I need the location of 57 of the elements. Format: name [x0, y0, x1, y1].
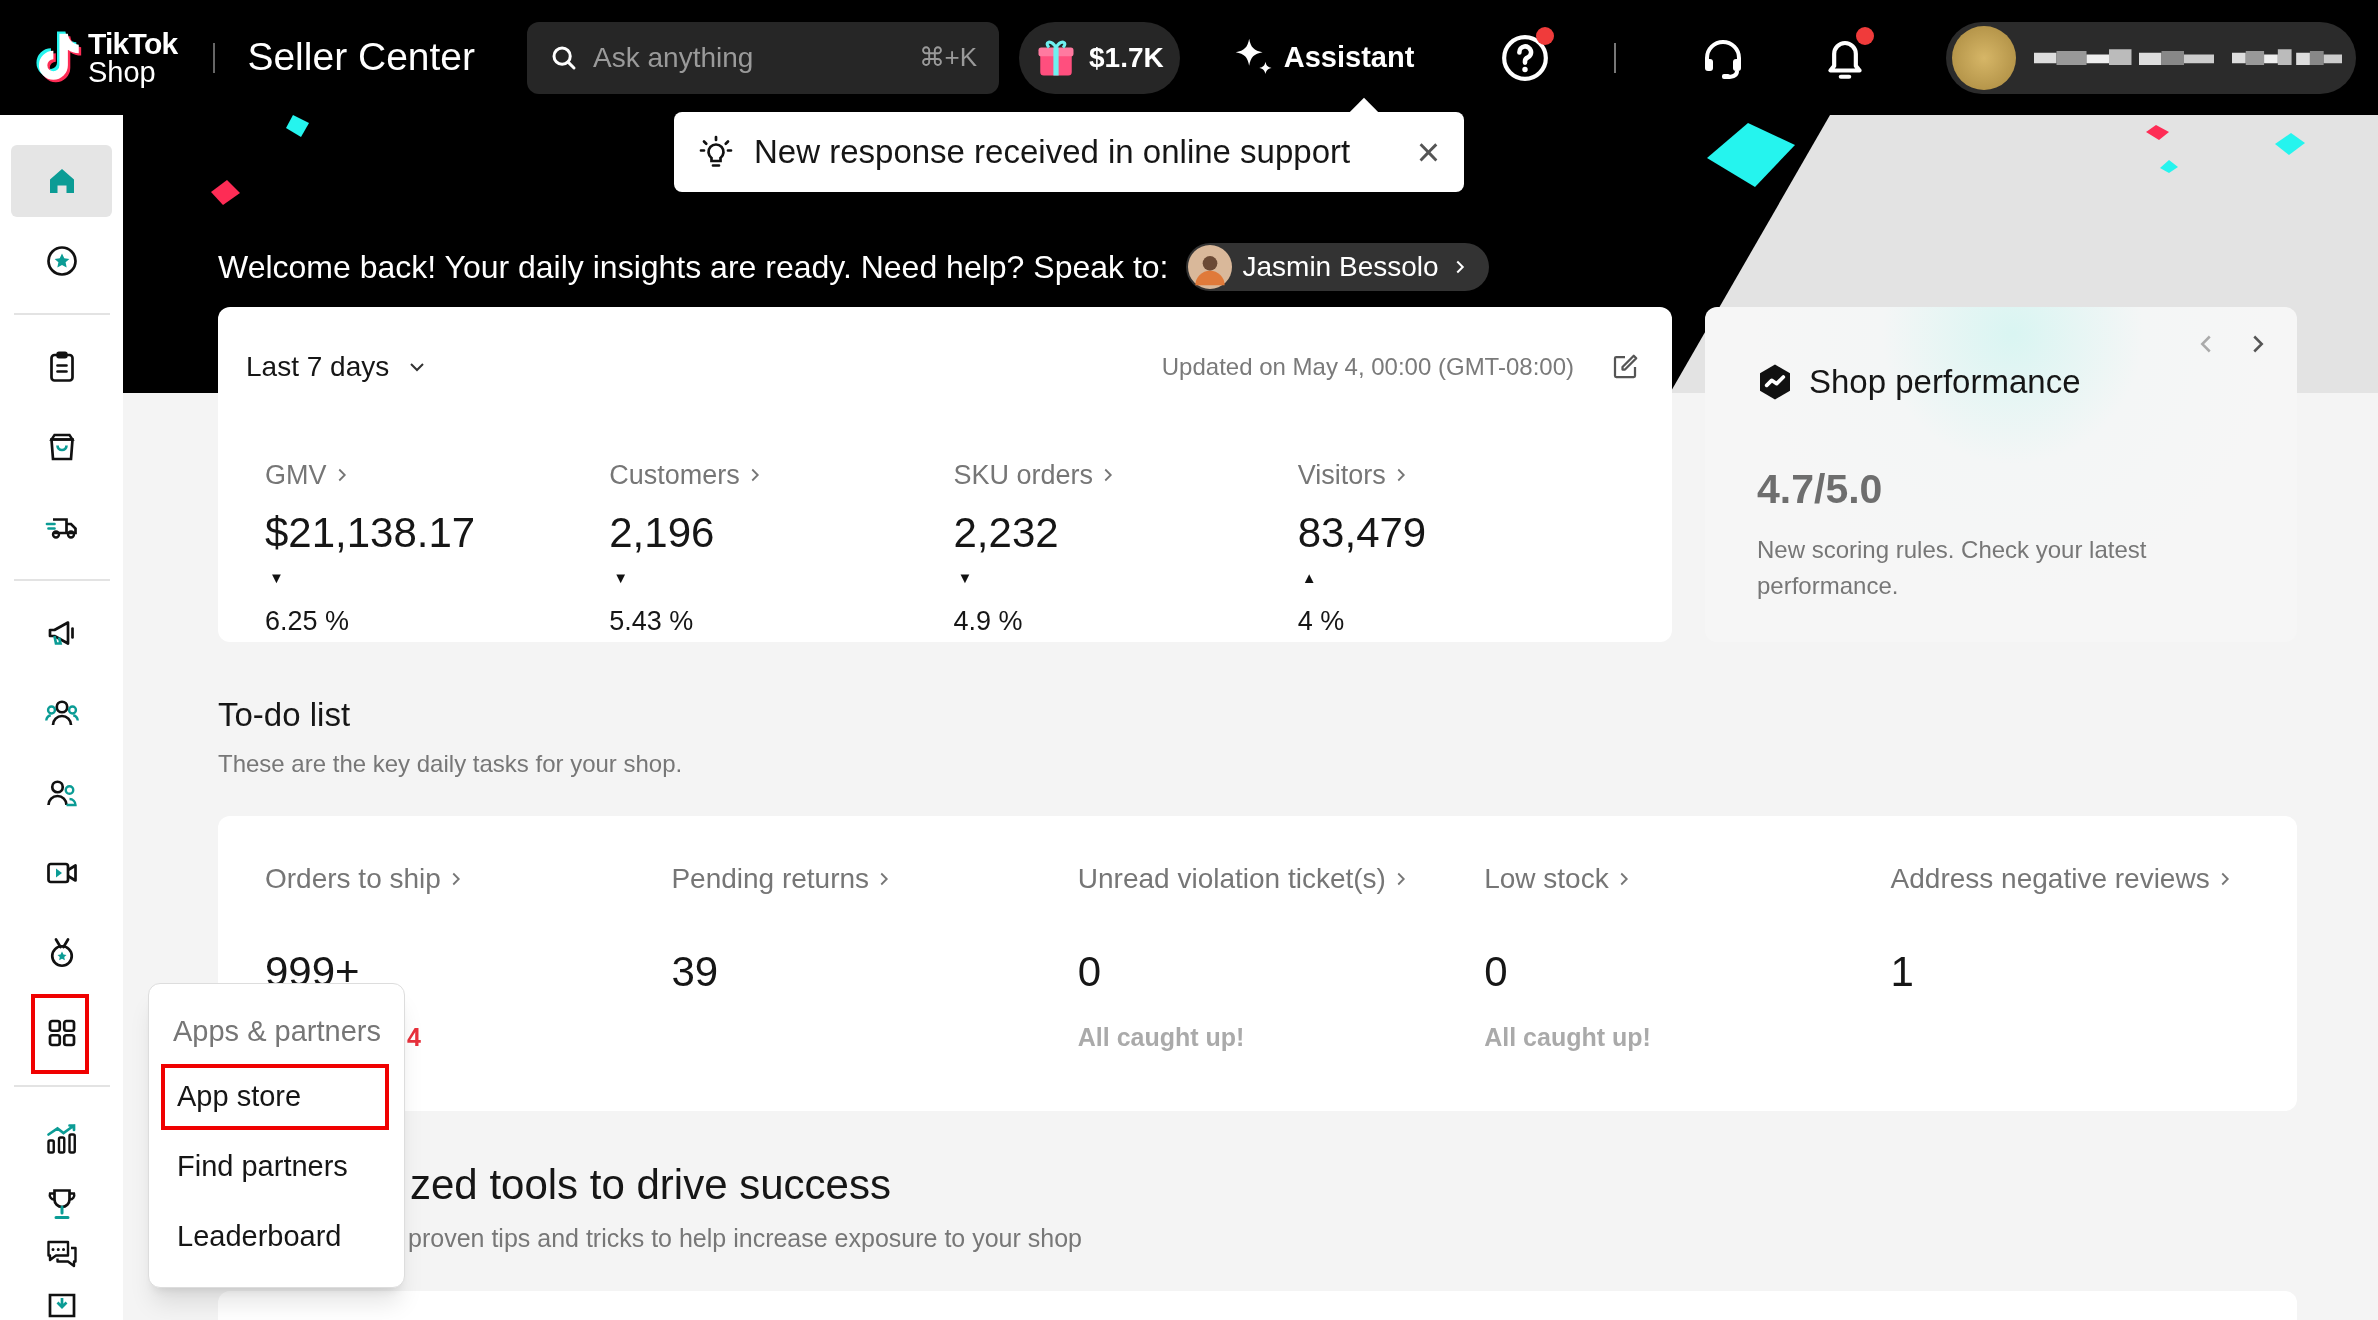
todo-note: All caught up! [1484, 1021, 1651, 1053]
metric-value: 83,479 [1297, 508, 1428, 558]
metric-value: 2,196 [609, 508, 716, 558]
assistant-button[interactable]: Assistant [1229, 34, 1415, 81]
help-icon [1500, 32, 1551, 83]
todo-count: 0 [1077, 946, 1103, 997]
product-title: Seller Center [247, 34, 476, 81]
todo-note: 4 [407, 1021, 421, 1053]
todo-note: All caught up! [1077, 1021, 1245, 1053]
shortcut-hint: ⌘+K [918, 41, 978, 74]
metric-change: 4 % [1297, 605, 1346, 638]
trend-indicator: ▼ [613, 569, 629, 587]
avatar-icon [1188, 245, 1233, 289]
search-field[interactable]: Ask anything [593, 36, 919, 79]
section-title: zed tools to drive success [410, 1159, 891, 1210]
todo-link[interactable]: Address negative reviews [1890, 857, 2236, 900]
section-subtitle: proven tips and tricks to help increase exposure to your shop [408, 1222, 1082, 1254]
menu-item[interactable]: App store [161, 1064, 389, 1130]
rewards-button[interactable]: $1.7K [1019, 21, 1180, 94]
trend-indicator: ▲ [1301, 569, 1317, 587]
metric-link[interactable]: Customers [609, 457, 766, 493]
welcome-message: Welcome back! Your daily insights are ready. Need help? Speak to: [218, 248, 1169, 287]
section-subtitle: These are the key daily tasks for your shop. [218, 748, 684, 779]
card-title: Shop performance [1809, 362, 2081, 402]
todo-link[interactable]: Low stock [1484, 857, 1635, 900]
toast-message: New response received in online support [754, 132, 1351, 173]
menu-item[interactable]: Find partners [161, 1134, 389, 1200]
todo-count: 39 [671, 946, 720, 997]
metric-link[interactable]: SKU orders [953, 457, 1120, 493]
menu-item[interactable]: Leaderboard [161, 1204, 389, 1270]
menu-heading: Apps & partners [172, 1014, 382, 1050]
todo-count: 0 [1484, 946, 1509, 997]
todo-link[interactable]: Pending returns [671, 857, 896, 900]
search-bar[interactable]: Ask anything ⌘+K [527, 21, 1000, 94]
brand-subtitle: Shop [88, 57, 157, 86]
todo-link[interactable]: Unread violation ticket(s) [1077, 857, 1412, 900]
close-button[interactable]: × [1416, 132, 1440, 172]
section-title: To-do list [218, 695, 352, 735]
trend-indicator: ▼ [957, 569, 973, 587]
metric-value: 2,232 [953, 508, 1060, 558]
shop-logo [1952, 25, 2016, 90]
metric-change: 4.9 % [953, 605, 1024, 638]
date-range-dropdown[interactable]: Last 7 days [246, 346, 430, 388]
contact-button[interactable]: Jasmin Bessolo [1186, 243, 1489, 291]
score-note: New scoring rules. Check your latest performance. [1756, 535, 2148, 601]
updated-time: Updated on May 4, 00:00 (GMT-08:00) [1161, 352, 1574, 382]
metric-change: 5.43 % [609, 605, 695, 638]
metric-link[interactable]: Visitors [1297, 457, 1412, 493]
todo-link[interactable]: Orders to ship [265, 857, 467, 900]
brand-name: TikTok [88, 29, 178, 58]
todo-count: 1 [1890, 946, 1915, 997]
metric-value: $21,138.17 [265, 508, 477, 558]
score-value: 4.7/5.0 [1756, 464, 1884, 514]
lightbulb-icon [698, 134, 734, 170]
metric-change: 6.25 % [265, 605, 351, 638]
metric-link[interactable]: GMV [265, 457, 353, 493]
trend-indicator: ▼ [269, 569, 284, 587]
